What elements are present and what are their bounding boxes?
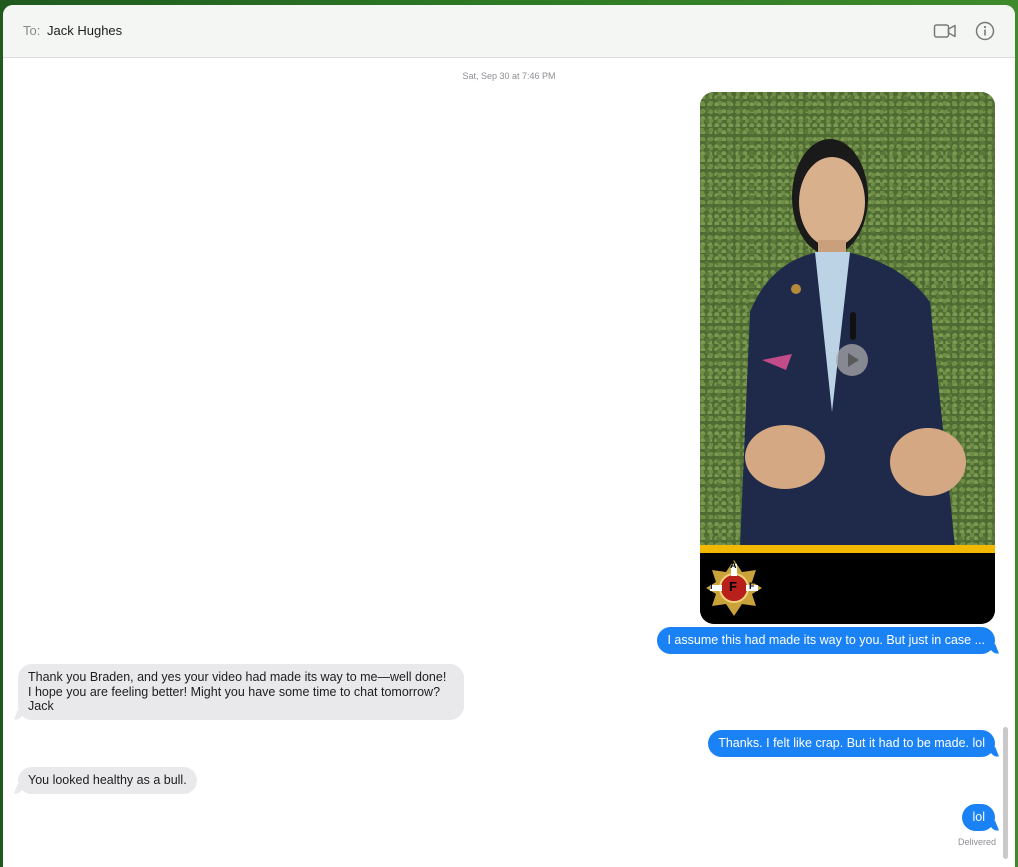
play-icon[interactable]: [836, 344, 868, 376]
info-icon[interactable]: [974, 20, 998, 42]
message-bubble-received[interactable]: Thank you Braden, and yes your video had…: [18, 664, 464, 720]
message-bubble-sent[interactable]: I assume this had made its way to you. B…: [657, 627, 995, 654]
logo-letter-f-center: F: [729, 579, 737, 594]
message-bubble-sent[interactable]: lol: [962, 804, 995, 831]
message-timestamp: Sat, Sep 30 at 7:46 PM: [462, 71, 556, 81]
video-footer: A I F F: [700, 553, 995, 624]
logo-letter-a: A: [730, 560, 737, 570]
video-gold-stripe: [700, 545, 995, 553]
recipient-name[interactable]: Jack Hughes: [47, 23, 122, 38]
message-bubble-received[interactable]: You looked healthy as a bull.: [18, 767, 197, 794]
messages-window: To: Jack Hughes Sat, Sep 30 at 7:46 PM A…: [3, 5, 1015, 867]
message-bubble-sent[interactable]: Thanks. I felt like crap. But it had to …: [708, 730, 995, 757]
logo-letter-f-right: F: [749, 581, 755, 591]
logo-letter-i: I: [710, 581, 713, 591]
to-label: To:: [23, 23, 41, 38]
video-thumbnail: [700, 92, 995, 547]
delivery-status: Delivered: [957, 837, 996, 847]
conversation-header: To: Jack Hughes: [3, 5, 1015, 58]
scrollbar-thumb[interactable]: [1003, 727, 1008, 859]
video-attachment[interactable]: A I F F: [700, 92, 995, 624]
person-figure: [740, 139, 966, 547]
video-camera-icon[interactable]: [933, 20, 957, 42]
